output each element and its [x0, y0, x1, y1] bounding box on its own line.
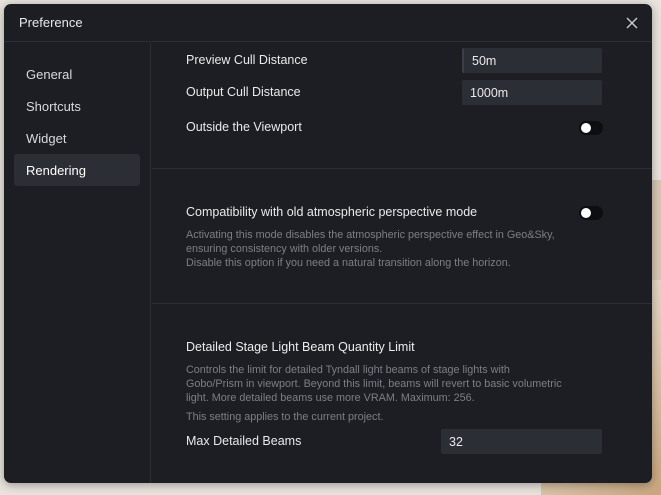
close-button[interactable]: [622, 13, 642, 33]
section-divider: [152, 303, 652, 304]
max-detailed-beams-input[interactable]: 32: [441, 429, 602, 454]
preview-cull-distance-input[interactable]: 50m: [462, 48, 602, 73]
sidebar-item-shortcuts[interactable]: Shortcuts: [14, 90, 140, 122]
close-icon: [626, 17, 638, 29]
sidebar-item-label: Rendering: [26, 162, 86, 178]
outside-viewport-toggle[interactable]: [579, 121, 603, 135]
sidebar-item-label: Shortcuts: [26, 98, 81, 114]
compat-atmospheric-desc-2: ensuring consistency with older versions…: [186, 243, 383, 255]
sidebar-item-widget[interactable]: Widget: [14, 122, 140, 154]
outside-viewport-label: Outside the Viewport: [186, 120, 302, 134]
max-detailed-beams-value: 32: [449, 434, 463, 449]
compat-atmospheric-desc-3: Disable this option if you need a natura…: [186, 257, 511, 269]
compat-atmospheric-toggle[interactable]: [579, 206, 603, 220]
compat-atmospheric-desc-1: Activating this mode disables the atmosp…: [186, 229, 555, 241]
sidebar-item-rendering[interactable]: Rendering: [14, 154, 140, 186]
rendering-settings-panel[interactable]: Preview Cull Distance 50m Output Cull Di…: [152, 43, 652, 483]
beam-limit-desc-2: Gobo/Prism in viewport. Beyond this limi…: [186, 378, 562, 390]
compat-atmospheric-label: Compatibility with old atmospheric persp…: [186, 205, 478, 219]
beam-limit-desc-1: Controls the limit for detailed Tyndall …: [186, 364, 510, 376]
preview-cull-distance-label: Preview Cull Distance: [186, 53, 308, 67]
beam-limit-title: Detailed Stage Light Beam Quantity Limit: [186, 340, 415, 354]
sidebar-item-label: General: [26, 66, 73, 82]
section-divider: [152, 168, 652, 169]
title-bar: Preference: [4, 4, 652, 42]
beam-limit-desc-4: This setting applies to the current proj…: [186, 411, 384, 423]
preference-dialog: Preference General Shortcuts Widget Rend…: [4, 4, 652, 483]
preview-cull-distance-value: 50m: [472, 53, 497, 68]
output-cull-distance-label: Output Cull Distance: [186, 85, 301, 99]
dialog-title: Preference: [19, 15, 83, 30]
output-cull-distance-input[interactable]: 1000m: [462, 80, 602, 105]
sidebar-item-general[interactable]: General: [14, 58, 140, 90]
sidebar: General Shortcuts Widget Rendering: [4, 43, 151, 483]
max-detailed-beams-label: Max Detailed Beams: [186, 434, 302, 448]
output-cull-distance-value: 1000m: [470, 85, 509, 100]
sidebar-item-label: Widget: [26, 130, 67, 146]
beam-limit-desc-3: light. More detailed beams use more VRAM…: [186, 392, 475, 404]
